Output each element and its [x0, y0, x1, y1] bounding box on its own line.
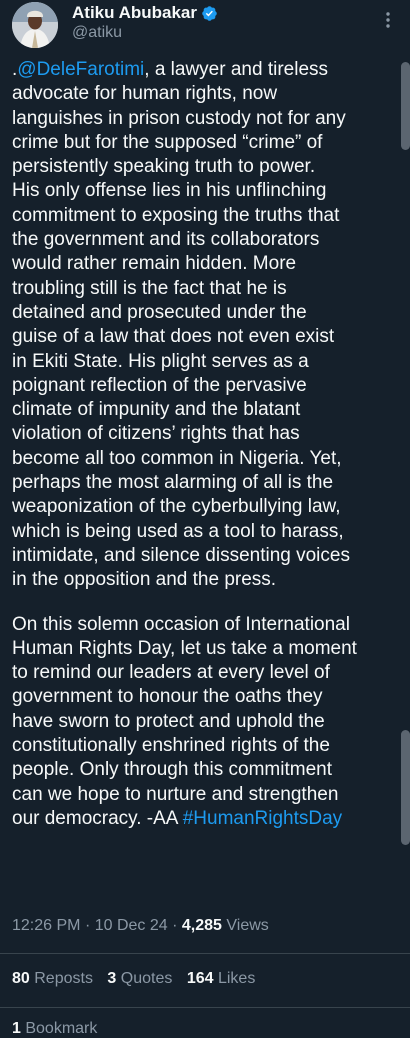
avatar[interactable]: [12, 2, 58, 48]
tweet-paragraph-text: On this solemn occasion of International…: [12, 613, 357, 829]
views-label: Views: [226, 917, 269, 934]
user-handle[interactable]: @atiku: [72, 24, 122, 42]
views-count: 4,285: [181, 917, 222, 934]
tweet-text: .@DeleFarotimi, a lawyer and tireless ad…: [12, 58, 396, 831]
tweet-date[interactable]: 10 Dec 24: [95, 917, 168, 934]
tweet-header: Atiku Abubakar @atiku: [0, 0, 410, 56]
quotes-stat[interactable]: 3 Quotes: [107, 970, 172, 987]
bookmarks-label: Bookmark: [25, 1020, 98, 1037]
quotes-count: 3: [107, 970, 117, 987]
meta-separator: ·: [172, 917, 178, 934]
likes-count: 164: [186, 970, 214, 987]
display-name[interactable]: Atiku Abubakar: [72, 3, 218, 23]
reposts-stat[interactable]: 80 Reposts: [12, 970, 93, 987]
verified-badge-icon: [202, 5, 217, 21]
hashtag-link[interactable]: #HumanRightsDay: [183, 808, 342, 829]
divider: [0, 953, 410, 954]
scrollbar-thumb[interactable]: [401, 730, 410, 845]
avatar-image: [12, 2, 58, 48]
tweet-paragraph-text: , a lawyer and tireless advocate for hum…: [12, 59, 350, 591]
mention-link[interactable]: @DeleFarotimi: [17, 59, 144, 80]
tweet-paragraph: On this solemn occasion of International…: [12, 613, 396, 832]
tweet-paragraph: .@DeleFarotimi, a lawyer and tireless ad…: [12, 58, 396, 593]
reposts-count: 80: [12, 970, 30, 987]
bookmarks-count: 1: [12, 1020, 21, 1037]
more-options-icon[interactable]: [378, 8, 398, 32]
tweet-time[interactable]: 12:26 PM: [12, 917, 80, 934]
likes-stat[interactable]: 164 Likes: [187, 970, 256, 987]
display-name-text: Atiku Abubakar: [72, 3, 198, 22]
meta-separator: ·: [84, 917, 91, 934]
divider: [0, 1007, 410, 1008]
scrollbar-thumb[interactable]: [401, 62, 410, 150]
quotes-label: Quotes: [120, 970, 173, 987]
likes-label: Likes: [217, 970, 256, 987]
reposts-label: Reposts: [34, 970, 93, 987]
engagement-stats: 80 Reposts 3 Quotes 164 Likes: [12, 970, 265, 988]
bookmarks-stat[interactable]: 1 Bookmark: [12, 1020, 97, 1038]
tweet-meta: 12:26 PM · 10 Dec 24 · 4,285 Views: [12, 917, 269, 935]
